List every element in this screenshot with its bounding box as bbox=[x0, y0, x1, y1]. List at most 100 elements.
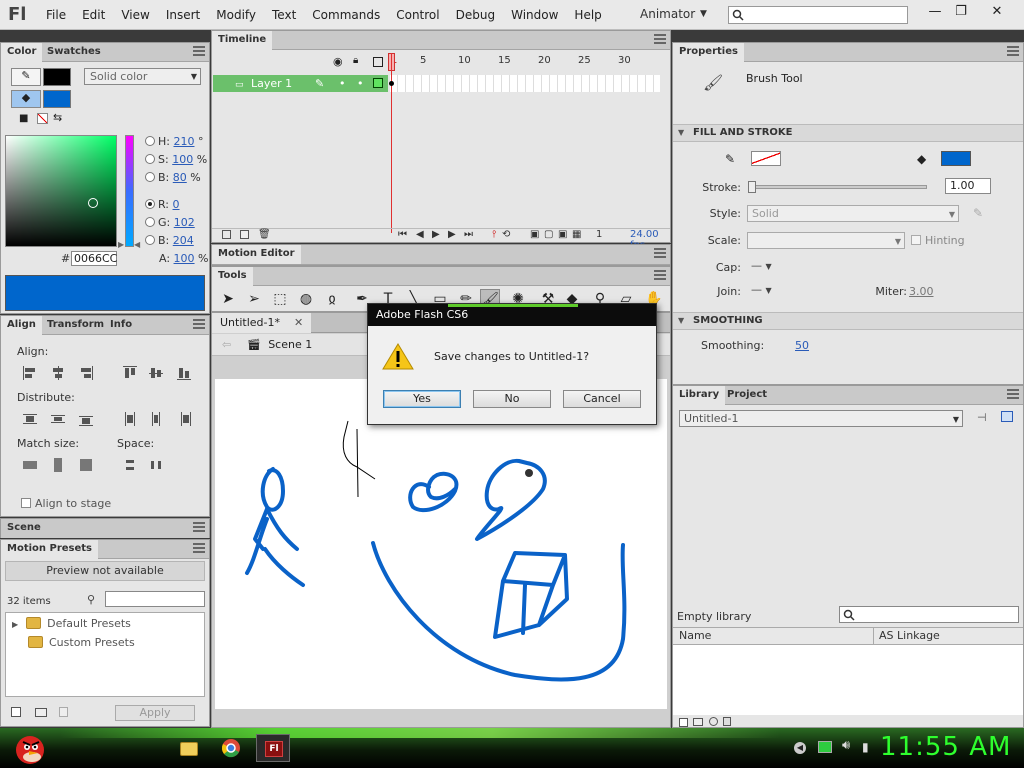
column-name[interactable]: Name bbox=[679, 628, 711, 644]
preset-search-input[interactable] bbox=[105, 591, 205, 607]
last-frame-icon[interactable]: ⏭︎ bbox=[464, 229, 473, 240]
frame-cells[interactable] bbox=[390, 75, 660, 92]
tab-project[interactable]: Project bbox=[721, 386, 773, 405]
loop-icon[interactable]: ⟲ bbox=[502, 229, 510, 240]
lasso-tool-icon[interactable]: ჲ bbox=[322, 289, 342, 309]
match-height-icon[interactable] bbox=[51, 458, 65, 472]
scale-select[interactable] bbox=[747, 232, 905, 249]
trash-icon[interactable] bbox=[723, 717, 731, 726]
edit-multiple-icon[interactable]: ▣ bbox=[558, 229, 567, 240]
stroke-color-swatch[interactable] bbox=[751, 151, 781, 166]
apply-button[interactable]: Apply bbox=[115, 705, 195, 721]
match-both-icon[interactable] bbox=[79, 458, 93, 472]
hinting-checkbox[interactable]: Hinting bbox=[911, 234, 965, 247]
panel-menu-icon[interactable] bbox=[193, 46, 205, 56]
layer-row[interactable]: ▭ Layer 1 ✎ • • bbox=[213, 75, 388, 92]
dialog-title[interactable]: Adobe Flash CS6 bbox=[368, 304, 656, 326]
menu-modify[interactable]: Modify bbox=[208, 8, 264, 22]
distribute-hcenter-icon[interactable] bbox=[149, 412, 163, 426]
network-icon[interactable]: ▮ bbox=[862, 740, 869, 754]
tab-motion-editor[interactable]: Motion Editor bbox=[212, 245, 301, 264]
hex-input[interactable]: 0066CC bbox=[71, 251, 117, 266]
align-top-icon[interactable] bbox=[123, 366, 137, 380]
brightness-row[interactable]: B: 80 % bbox=[145, 171, 201, 184]
menu-window[interactable]: Window bbox=[503, 8, 566, 22]
fill-stroke-header[interactable]: FILL AND STROKE bbox=[673, 124, 1023, 142]
visibility-dot[interactable]: • bbox=[339, 75, 346, 92]
tray-arrow-icon[interactable]: ◀ bbox=[794, 742, 806, 754]
new-folder-icon[interactable] bbox=[693, 718, 703, 726]
align-left-icon[interactable] bbox=[23, 366, 37, 380]
align-to-stage-checkbox[interactable]: Align to stage bbox=[21, 497, 111, 510]
lock-dot[interactable]: • bbox=[357, 75, 364, 92]
color-picker-field[interactable] bbox=[5, 135, 117, 247]
expand-arrow-icon[interactable]: ▶ bbox=[12, 620, 18, 629]
document-tab[interactable]: Untitled-1* ✕ bbox=[212, 313, 312, 333]
properties-icon[interactable] bbox=[709, 717, 718, 726]
menu-debug[interactable]: Debug bbox=[448, 8, 503, 22]
current-frame[interactable]: 1 bbox=[596, 229, 602, 240]
fill-color-swatch[interactable] bbox=[43, 90, 71, 108]
saturation-row[interactable]: S: 100 % bbox=[145, 153, 207, 166]
distribute-left-icon[interactable] bbox=[123, 412, 137, 426]
no-button[interactable]: No bbox=[473, 390, 551, 408]
menu-help[interactable]: Help bbox=[566, 8, 609, 22]
panel-menu-icon[interactable] bbox=[193, 543, 205, 553]
library-item-list[interactable] bbox=[673, 645, 1023, 715]
outline-swatch[interactable] bbox=[373, 78, 383, 88]
stroke-color-icon[interactable]: ✎ bbox=[11, 68, 41, 86]
stroke-color-swatch[interactable] bbox=[43, 68, 71, 86]
blue-radio[interactable] bbox=[145, 235, 155, 245]
minimize-button[interactable]: — bbox=[922, 2, 948, 22]
3d-rotation-tool-icon[interactable]: ◍ bbox=[296, 289, 316, 309]
list-item[interactable]: Custom Presets bbox=[20, 636, 135, 649]
hue-value[interactable]: 210 bbox=[173, 135, 194, 148]
color-picker-cursor[interactable] bbox=[88, 198, 98, 208]
subselection-tool-icon[interactable]: ➢ bbox=[244, 289, 264, 309]
menu-file[interactable]: File bbox=[38, 8, 74, 22]
menu-control[interactable]: Control bbox=[388, 8, 447, 22]
tab-motion-presets[interactable]: Motion Presets bbox=[1, 540, 99, 559]
red-value[interactable]: 0 bbox=[173, 198, 180, 211]
saturation-radio[interactable] bbox=[145, 154, 155, 164]
alpha-row[interactable]: A: 100 % bbox=[159, 252, 209, 265]
frame-ruler[interactable]: 1 5 10 15 20 25 30 bbox=[390, 53, 660, 71]
restore-button[interactable]: ❐ bbox=[948, 2, 974, 22]
close-button[interactable]: ✕ bbox=[984, 2, 1010, 22]
step-back-icon[interactable]: ◀︎ bbox=[416, 229, 424, 240]
tab-library[interactable]: Library bbox=[673, 386, 726, 405]
red-radio[interactable] bbox=[145, 199, 155, 209]
stroke-slider[interactable] bbox=[748, 181, 927, 193]
panel-menu-icon[interactable] bbox=[1007, 46, 1019, 56]
tab-timeline[interactable]: Timeline bbox=[212, 31, 273, 50]
cap-select[interactable]: — ▼ bbox=[751, 259, 772, 272]
panel-menu-icon[interactable] bbox=[654, 248, 666, 258]
menu-commands[interactable]: Commands bbox=[304, 8, 388, 22]
no-color-icon[interactable] bbox=[37, 113, 48, 124]
distribute-bottom-icon[interactable] bbox=[79, 412, 93, 426]
tab-tools[interactable]: Tools bbox=[212, 267, 253, 286]
keyframe-dot[interactable] bbox=[389, 81, 394, 86]
distribute-vcenter-icon[interactable] bbox=[51, 412, 65, 426]
chrome-taskbar-button[interactable] bbox=[214, 734, 248, 762]
brightness-radio[interactable] bbox=[145, 172, 155, 182]
color-type-select[interactable]: Solid color bbox=[84, 68, 201, 85]
tab-properties[interactable]: Properties bbox=[673, 43, 744, 62]
menu-view[interactable]: View bbox=[113, 8, 157, 22]
menu-insert[interactable]: Insert bbox=[158, 8, 208, 22]
tab-info[interactable]: Info bbox=[104, 316, 138, 335]
step-forward-icon[interactable]: ▶︎ bbox=[448, 229, 456, 240]
onion-skin-icon[interactable]: ▣ bbox=[530, 229, 539, 240]
edit-stroke-style-icon[interactable]: ✎ bbox=[973, 206, 983, 220]
selection-tool-icon[interactable]: ➤ bbox=[218, 289, 238, 309]
library-search-input[interactable] bbox=[839, 606, 1019, 623]
list-item[interactable]: ▶ Default Presets bbox=[12, 617, 131, 630]
distribute-right-icon[interactable] bbox=[177, 412, 191, 426]
slider-thumb[interactable] bbox=[748, 181, 756, 193]
eye-icon[interactable]: ◉ bbox=[333, 55, 343, 68]
stage-canvas[interactable] bbox=[215, 379, 667, 709]
match-width-icon[interactable] bbox=[23, 458, 37, 472]
explorer-taskbar-button[interactable] bbox=[172, 734, 206, 762]
new-layer-icon[interactable] bbox=[222, 230, 231, 239]
style-select[interactable]: Solid bbox=[747, 205, 959, 222]
